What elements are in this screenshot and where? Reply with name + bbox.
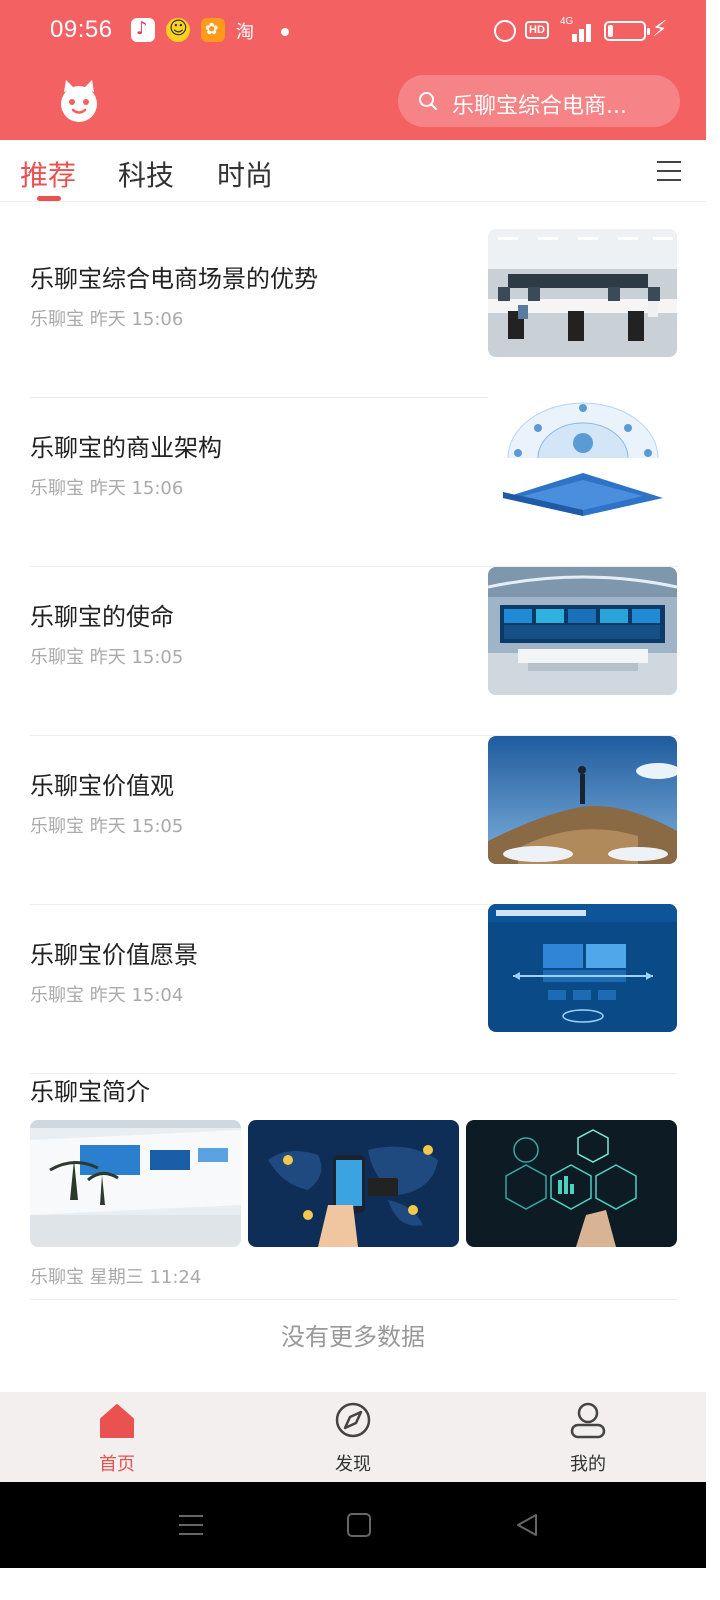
article-time: 星期三 11:24	[89, 1267, 202, 1288]
emoji-app-icon	[166, 18, 190, 42]
nav-item-home[interactable]: 首页	[57, 1392, 177, 1482]
hd-icon: HD	[525, 21, 549, 39]
article-time: 昨天 15:05	[89, 816, 184, 837]
article-meta: 乐聊宝 昨天 15:05	[30, 643, 183, 669]
business-architecture-thumbnail	[488, 388, 677, 516]
article-source: 乐聊宝	[30, 478, 84, 499]
article-item[interactable]: 乐聊宝价值观 乐聊宝 昨天 15:05	[30, 736, 678, 905]
article-source: 乐聊宝	[30, 816, 84, 837]
article-time: 昨天 15:05	[89, 647, 184, 668]
status-time: 09:56	[50, 16, 113, 43]
status-bar: 09:56 淘 HD 4G ⚡	[0, 0, 706, 64]
search-bar[interactable]: 乐聊宝综合电商...	[398, 75, 680, 127]
article-source: 乐聊宝	[30, 985, 84, 1006]
article-time: 昨天 15:04	[89, 985, 184, 1006]
article-item-gallery[interactable]: 乐聊宝简介 乐聊宝 星期三 11:24	[30, 1060, 678, 1300]
data-vision-thumbnail	[488, 904, 677, 1032]
nav-label-profile: 我的	[570, 1454, 606, 1475]
battery-icon	[604, 21, 650, 41]
article-title: 乐聊宝价值愿景	[30, 941, 198, 969]
control-room-thumbnail	[488, 567, 677, 695]
article-title: 乐聊宝综合电商场景的优势	[30, 265, 318, 293]
tab-tech[interactable]: 科技	[118, 154, 174, 194]
article-meta: 乐聊宝 昨天 15:04	[30, 981, 183, 1007]
big-data-thumbnail	[466, 1120, 677, 1247]
article-meta: 乐聊宝 星期三 11:24	[30, 1263, 201, 1289]
article-time: 昨天 15:06	[89, 309, 184, 330]
office-workspace-thumbnail	[488, 229, 677, 357]
charging-icon: ⚡	[652, 17, 668, 42]
article-title: 乐聊宝简介	[30, 1078, 150, 1106]
article-meta: 乐聊宝 昨天 15:05	[30, 812, 183, 838]
article-time: 昨天 15:06	[89, 478, 184, 499]
nav-label-home: 首页	[99, 1454, 135, 1475]
home-button-icon[interactable]	[346, 1512, 372, 1538]
music-app-icon	[131, 18, 155, 42]
article-source: 乐聊宝	[30, 647, 84, 668]
search-icon	[419, 92, 437, 110]
mountain-summit-thumbnail	[488, 736, 677, 864]
article-title: 乐聊宝的商业架构	[30, 434, 222, 462]
alarm-icon	[494, 20, 516, 42]
active-tab-indicator	[37, 196, 61, 201]
app-logo-icon	[61, 80, 97, 122]
article-meta: 乐聊宝 昨天 15:06	[30, 305, 183, 331]
back-icon[interactable]	[514, 1512, 540, 1538]
paw-app-icon	[201, 18, 225, 42]
bottom-navigation: 首页 发现 我的	[0, 1392, 706, 1482]
tab-fashion[interactable]: 时尚	[217, 154, 273, 194]
exhibition-wall-thumbnail	[30, 1120, 241, 1247]
nav-item-discover[interactable]: 发现	[293, 1392, 413, 1482]
article-item[interactable]: 乐聊宝的商业架构 乐聊宝 昨天 15:06	[30, 388, 678, 567]
taobao-app-icon: 淘	[236, 22, 254, 43]
article-title: 乐聊宝价值观	[30, 772, 174, 800]
article-source: 乐聊宝	[30, 309, 84, 330]
tab-recommend[interactable]: 推荐	[20, 154, 76, 194]
nav-item-profile[interactable]: 我的	[528, 1392, 648, 1482]
no-more-data-text: 没有更多数据	[281, 1323, 425, 1351]
home-icon	[100, 1404, 134, 1438]
signal-icon: 4G	[560, 16, 594, 42]
article-source: 乐聊宝	[30, 1267, 84, 1288]
recent-apps-icon[interactable]	[178, 1512, 204, 1538]
notification-dot-icon	[281, 28, 289, 36]
app-header: 09:56 淘 HD 4G ⚡ 乐聊宝综合电商...	[0, 0, 706, 140]
article-item[interactable]: 乐聊宝价值愿景 乐聊宝 昨天 15:04	[30, 904, 678, 1074]
article-title: 乐聊宝的使命	[30, 603, 174, 631]
discover-icon	[335, 1402, 371, 1438]
nav-label-discover: 发现	[335, 1454, 371, 1475]
category-tabs: 推荐 科技 时尚	[0, 140, 706, 202]
article-meta: 乐聊宝 昨天 15:06	[30, 474, 183, 500]
system-navigation-bar	[0, 1482, 706, 1568]
menu-icon[interactable]	[657, 161, 681, 181]
article-item[interactable]: 乐聊宝的使命 乐聊宝 昨天 15:05	[30, 567, 678, 736]
search-placeholder: 乐聊宝综合电商...	[452, 94, 627, 119]
profile-icon	[570, 1402, 606, 1439]
article-item[interactable]: 乐聊宝综合电商场景的优势 乐聊宝 昨天 15:06	[30, 229, 678, 398]
network-type-label: 4G	[560, 16, 574, 27]
online-shopping-thumbnail	[248, 1120, 459, 1247]
